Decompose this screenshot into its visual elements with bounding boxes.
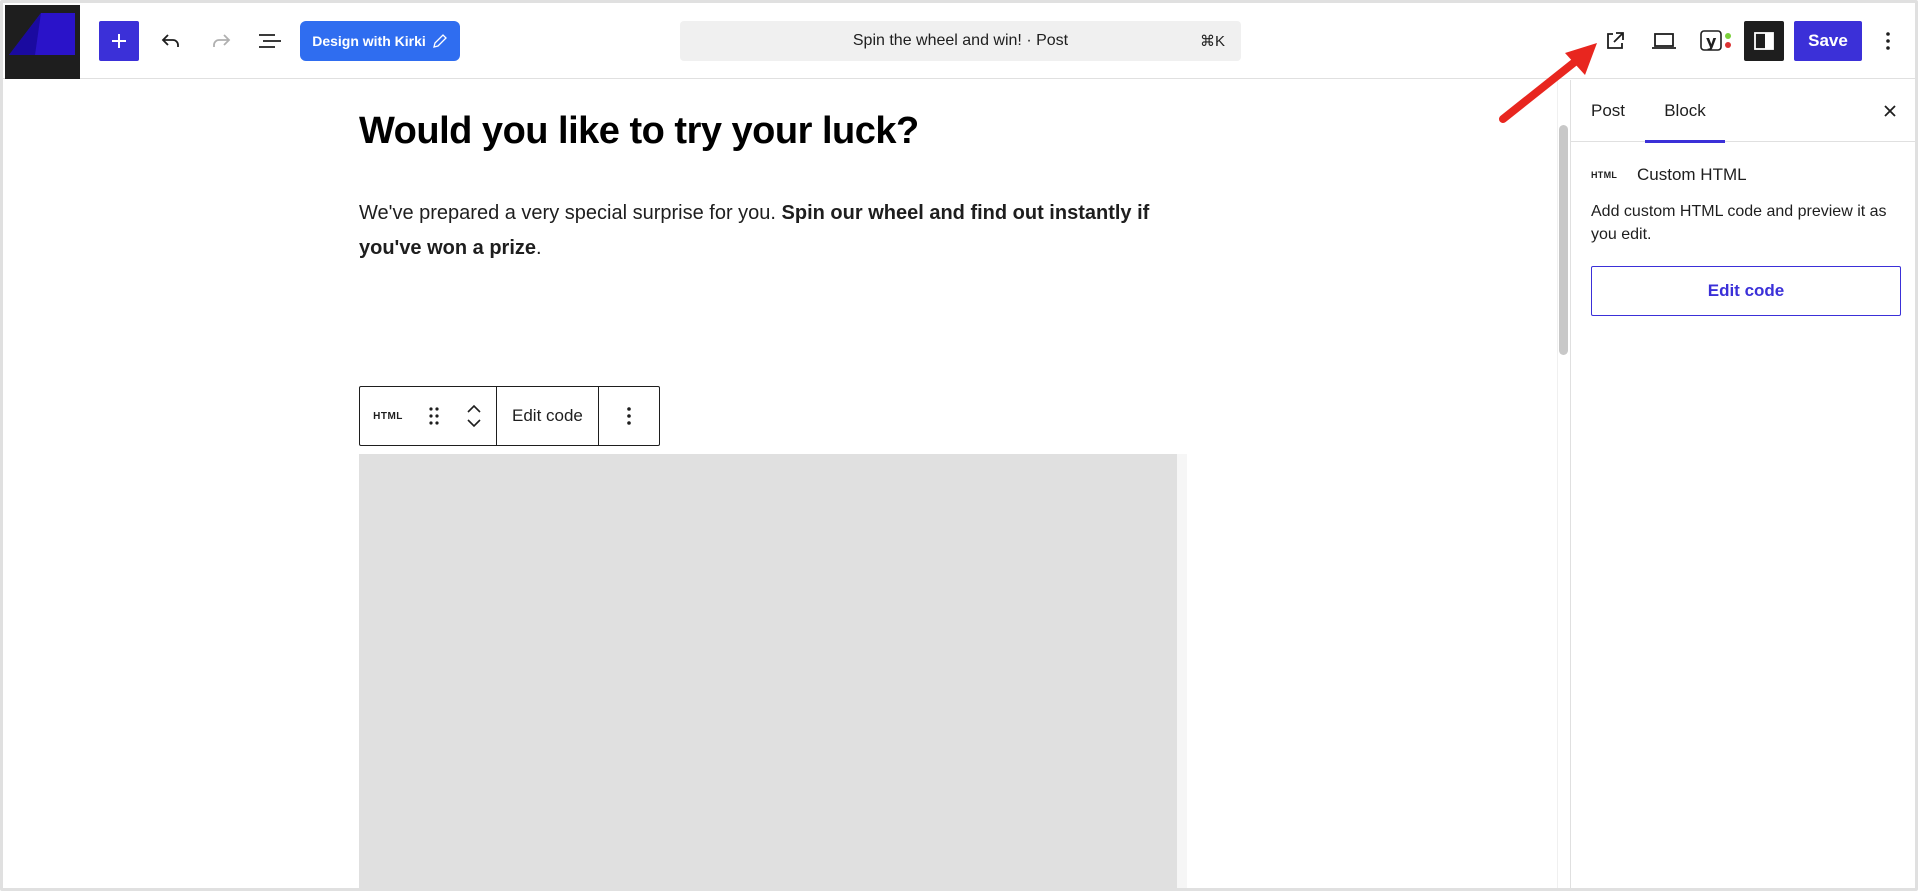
- tab-block[interactable]: Block: [1645, 80, 1725, 143]
- canvas-scrollbar-thumb[interactable]: [1559, 125, 1568, 355]
- list-view-button[interactable]: [250, 21, 290, 61]
- paragraph-end: .: [536, 237, 542, 259]
- pencil-icon: [432, 34, 447, 48]
- settings-sidebar-toggle[interactable]: [1744, 21, 1784, 61]
- plus-icon: [112, 34, 126, 48]
- block-toolbar-group-main: HTML: [360, 387, 497, 445]
- chevron-down-icon[interactable]: [466, 418, 482, 428]
- tab-post[interactable]: Post: [1591, 80, 1625, 142]
- sidebar-edit-code-button[interactable]: Edit code: [1591, 266, 1901, 316]
- custom-html-preview[interactable]: [359, 454, 1187, 888]
- close-icon: [1884, 105, 1896, 117]
- drag-handle[interactable]: [416, 387, 452, 445]
- settings-sidebar: Post Block HTML Custom HTML Add custom H…: [1571, 80, 1915, 888]
- block-toolbar-group-more: [599, 387, 659, 445]
- block-toolbar-group-edit: Edit code: [497, 387, 599, 445]
- options-menu-button[interactable]: [1872, 21, 1904, 61]
- yoast-icon: y: [1700, 30, 1731, 51]
- close-sidebar-button[interactable]: [1877, 98, 1903, 124]
- more-vertical-icon: [1886, 32, 1890, 50]
- document-title: Spin the wheel and win! · Post: [852, 32, 1069, 49]
- block-toolbar: HTML Edit code: [359, 386, 660, 446]
- move-block-controls: [452, 387, 496, 445]
- chevron-up-icon[interactable]: [466, 404, 482, 414]
- post-paragraph[interactable]: We've prepared a very special surprise f…: [359, 196, 1179, 266]
- svg-text:y: y: [1706, 32, 1717, 51]
- top-toolbar: Design with Kirki Spin the wheel and win…: [3, 3, 1915, 79]
- save-button[interactable]: Save: [1794, 21, 1862, 61]
- site-logo[interactable]: [5, 5, 80, 79]
- block-type-button[interactable]: HTML: [360, 387, 416, 445]
- laptop-icon: [1652, 33, 1676, 49]
- post-heading[interactable]: Would you like to try your luck?: [359, 110, 919, 153]
- more-vertical-icon: [627, 407, 631, 425]
- drag-handle-icon: [429, 407, 439, 425]
- block-options-button[interactable]: [599, 387, 659, 445]
- editor-window: Design with Kirki Spin the wheel and win…: [0, 0, 1918, 891]
- view-post-button[interactable]: [1595, 21, 1635, 61]
- redo-icon: [213, 34, 231, 47]
- edit-code-button[interactable]: Edit code: [497, 387, 598, 445]
- command-shortcut: ⌘K: [1199, 33, 1225, 50]
- block-card-header: HTML Custom HTML: [1591, 165, 1747, 185]
- add-block-button[interactable]: [99, 21, 139, 61]
- block-title: Custom HTML: [1637, 165, 1747, 184]
- undo-icon: [161, 34, 179, 47]
- kirki-button-label: Design with Kirki: [312, 33, 426, 49]
- undo-button[interactable]: [151, 21, 191, 61]
- paragraph-text: We've prepared a very special surprise f…: [359, 202, 782, 224]
- sidebar-icon: [1754, 32, 1774, 50]
- design-with-kirki-button[interactable]: Design with Kirki: [300, 21, 460, 61]
- command-palette-button[interactable]: Spin the wheel and win! · Post ⌘K: [680, 21, 1241, 61]
- external-link-icon: [1607, 32, 1624, 49]
- redo-button[interactable]: [201, 21, 241, 61]
- list-view-icon: [259, 34, 281, 48]
- sidebar-tabs: Post Block: [1571, 80, 1915, 143]
- block-description: Add custom HTML code and preview it as y…: [1591, 203, 1887, 243]
- device-preview-button[interactable]: [1644, 21, 1684, 61]
- yoast-seo-button[interactable]: y: [1692, 21, 1740, 61]
- block-icon: HTML: [1591, 170, 1618, 180]
- editor-canvas: Would you like to try your luck? We've p…: [3, 80, 1571, 888]
